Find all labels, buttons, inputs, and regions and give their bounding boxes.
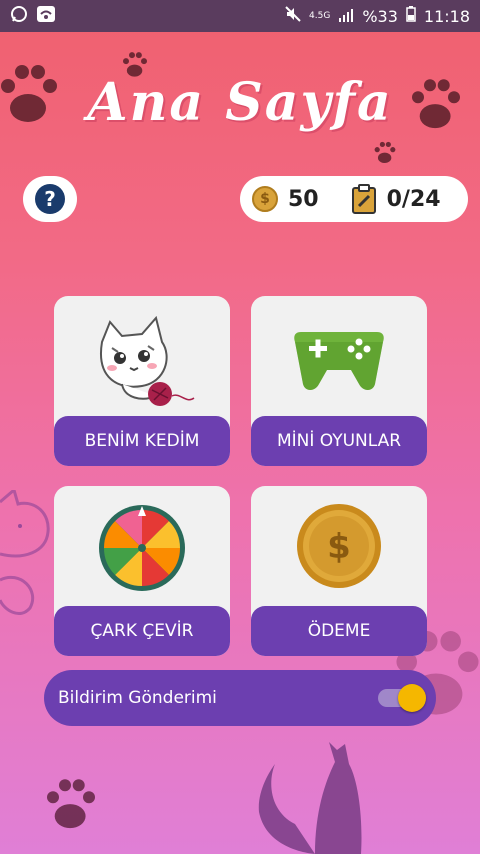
paw-print-icon: [374, 141, 396, 164]
cat-silhouette-icon: [258, 742, 362, 854]
my-cat-card[interactable]: BENİM KEDİM: [54, 296, 230, 466]
mini-games-card[interactable]: MİNİ OYUNLAR: [251, 296, 427, 466]
notification-toggle[interactable]: [378, 684, 426, 712]
gamepad-icon: [294, 332, 384, 390]
payment-card[interactable]: $ ÖDEME: [251, 486, 427, 656]
status-bar: 4.5G %33 11:18: [0, 0, 480, 32]
coin-icon: $: [252, 186, 278, 212]
coin-count: 50: [288, 186, 319, 212]
svg-text:$: $: [327, 527, 351, 567]
notification-label: Bildirim Gönderimi: [58, 688, 217, 708]
mini-games-button[interactable]: MİNİ OYUNLAR: [251, 416, 427, 466]
cat-icon: [100, 315, 195, 406]
network-type: 4.5G: [309, 11, 331, 21]
paw-print-icon: [47, 779, 95, 829]
spin-wheel-card[interactable]: ÇARK ÇEVİR: [54, 486, 230, 656]
dollar-coin-icon: $: [297, 504, 381, 588]
task-progress: 0/24: [386, 186, 441, 212]
my-cat-button[interactable]: BENİM KEDİM: [54, 416, 230, 466]
payment-button[interactable]: ÖDEME: [251, 606, 427, 656]
page-title: Ana Sayfa: [87, 72, 393, 133]
clock: 11:18: [423, 6, 470, 26]
whatsapp-icon: [10, 5, 28, 27]
wifi-icon: [36, 5, 56, 27]
wheel-icon: [99, 505, 185, 591]
battery-percent: %33: [362, 6, 398, 26]
stats-bar: $ 50 0/24: [240, 176, 468, 222]
notification-setting: Bildirim Gönderimi: [44, 670, 436, 726]
help-button[interactable]: ?: [23, 176, 77, 222]
clipboard-icon: [351, 184, 376, 214]
question-mark-icon: ?: [35, 184, 65, 214]
battery-icon: [406, 6, 416, 26]
signal-icon: [338, 7, 354, 26]
mute-icon: [285, 6, 301, 26]
toggle-knob: [398, 684, 426, 712]
spin-wheel-button[interactable]: ÇARK ÇEVİR: [54, 606, 230, 656]
